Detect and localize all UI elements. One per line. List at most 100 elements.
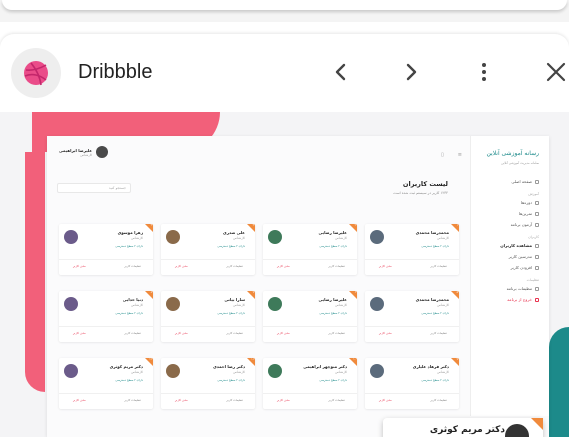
user-role: کارشناس xyxy=(131,370,143,374)
mock-brand-sub: سامانه مدیریت آموزشی آنلاین xyxy=(501,161,539,165)
sidebar-item: خروج از برنامه xyxy=(481,297,539,302)
edit-user-link: تنظیمات کاربر xyxy=(430,331,447,335)
user-role: کارشناس xyxy=(437,236,449,240)
avatar xyxy=(370,297,384,311)
user-card: ۷ سارا بیاتی کارشناس دارای ۲ سطح دسترسی تنظی… xyxy=(161,291,255,342)
user-role: کارشناس xyxy=(335,370,347,374)
delete-user-link: حذف کاربر xyxy=(73,264,86,268)
more-button[interactable] xyxy=(469,57,499,87)
user-role: کارشناس xyxy=(131,303,143,307)
edit-user-link: تنظیمات کاربر xyxy=(124,398,141,402)
user-role: کارشناس xyxy=(335,236,347,240)
card-divider xyxy=(263,326,357,327)
user-name: دکتر منوچهر ابراهیمی xyxy=(303,364,347,369)
avatar xyxy=(268,297,282,311)
back-button[interactable] xyxy=(326,57,356,87)
access-badge: دارای ۲ سطح دسترسی xyxy=(115,311,143,315)
access-badge: دارای ۲ سطح دسترسی xyxy=(115,244,143,248)
nav-icon xyxy=(535,179,539,184)
sidebar-item-label: آزمون برنامه xyxy=(510,222,532,227)
sidebar-item-label: صفحه اصلی xyxy=(511,179,532,184)
edit-user-link: تنظیمات کاربر xyxy=(124,331,141,335)
user-role: کارشناس xyxy=(233,370,245,374)
edit-user-link: تنظیمات کاربر xyxy=(430,398,447,402)
close-icon xyxy=(546,62,566,82)
mock-user: علیرضا ابراهیمی کارشناس xyxy=(59,146,109,158)
previous-card-edge xyxy=(2,0,567,10)
user-card: ۱۲ دکتر مریم کوثری کارشناس دارای ۲ سطح دستر… xyxy=(59,358,153,409)
card-number: ۱ xyxy=(456,224,458,227)
user-role: کارشناس xyxy=(233,303,245,307)
sidebar-item: صفحه اصلی xyxy=(481,179,539,184)
user-card: ۵ محمدرضا محمدی کارشناس دارای ۲ سطح دسترسی ت… xyxy=(365,291,459,342)
edit-user-link: تنظیمات کاربر xyxy=(124,264,141,268)
access-badge: دارای ۲ سطح دسترسی xyxy=(421,244,449,248)
avatar xyxy=(505,424,529,437)
sidebar-item-label: خروج از برنامه xyxy=(507,297,532,302)
card-divider xyxy=(59,259,153,260)
edit-user-link: تنظیمات کاربر xyxy=(328,398,345,402)
mock-user-name: علیرضا ابراهیمی xyxy=(59,147,93,153)
card-number: ۲ xyxy=(354,224,356,227)
avatar xyxy=(268,364,282,378)
sidebar-item-label: مدرسین کاربر xyxy=(508,254,532,259)
menu-icon: ≡ xyxy=(457,152,462,158)
mock-header-icons: ▯ ≡ xyxy=(441,152,462,158)
sidebar-item: مدرسین کاربر xyxy=(481,254,539,259)
user-card: ۲ علیرضا رضایی کارشناس دارای ۲ سطح دسترسی تن… xyxy=(263,224,357,275)
user-card-grid: ۱ محمدرضا محمدی کارشناس دارای ۲ سطح دسترسی ت… xyxy=(57,224,459,409)
card-divider xyxy=(161,326,255,327)
user-name: محمدرضا محمدی xyxy=(415,230,449,235)
sidebar-item: دوره‌ها xyxy=(481,200,539,205)
dashboard-mockup: رسانه آموزشی آنلاین سامانه مدیریت آموزشی… xyxy=(47,136,549,437)
card-divider xyxy=(365,326,459,327)
sidebar-item-label: مشاهده کاربران xyxy=(500,243,532,248)
user-card: ۱ محمدرضا محمدی کارشناس دارای ۲ سطح دسترسی ت… xyxy=(365,224,459,275)
card-number: ۱۱ xyxy=(251,358,254,361)
sidebar-item: افزودن کاربر xyxy=(481,265,539,270)
edit-user-link: تنظیمات کاربر xyxy=(226,398,243,402)
sidebar-item: تنظیمات برنامه xyxy=(481,286,539,291)
avatar xyxy=(166,230,180,244)
card-divider xyxy=(161,393,255,394)
edit-user-link: تنظیمات کاربر xyxy=(226,264,243,268)
user-name: علیرضا رضایی xyxy=(318,230,347,235)
decor-shape xyxy=(25,152,45,392)
back-icon xyxy=(335,63,346,81)
mock-search: جستجو کنید xyxy=(57,183,131,193)
user-card: ۱۱ دکتر رضا احمدی کارشناس دارای ۲ سطح دسترس… xyxy=(161,358,255,409)
more-vertical-icon xyxy=(482,63,486,81)
card-divider xyxy=(365,259,459,260)
card-divider xyxy=(263,259,357,260)
nav-icon xyxy=(535,254,539,259)
edit-user-link: تنظیمات کاربر xyxy=(328,264,345,268)
popup-card: دکتر مریم کوثری xyxy=(383,418,543,437)
nav-icon xyxy=(535,200,539,205)
edit-user-link: تنظیمات کاربر xyxy=(226,331,243,335)
user-name: محمدرضا محمدی xyxy=(415,297,449,302)
avatar xyxy=(64,364,78,378)
app-header: Dribbble xyxy=(0,34,569,112)
user-name: علیرضا رضایی xyxy=(318,297,347,302)
forward-button[interactable] xyxy=(396,57,426,87)
card-number: ۴ xyxy=(150,224,152,227)
mock-sidebar: رسانه آموزشی آنلاین سامانه مدیریت آموزشی… xyxy=(470,136,549,416)
avatar xyxy=(370,230,384,244)
nav-icon xyxy=(535,211,539,216)
shot-preview[interactable]: رسانه آموزشی آنلاین سامانه مدیریت آموزشی… xyxy=(0,112,569,437)
card-number: ۳ xyxy=(252,224,254,227)
user-name: سارا بیاتی xyxy=(224,297,245,302)
card-number: ۸ xyxy=(150,291,152,294)
delete-user-link: حذف کاربر xyxy=(175,398,188,402)
user-card: ۸ دنیا خدایی کارشناس دارای ۲ سطح دسترسی تنظی… xyxy=(59,291,153,342)
nav-icon xyxy=(535,222,539,227)
user-card: ۶ علیرضا رضایی کارشناس دارای ۲ سطح دسترسی تن… xyxy=(263,291,357,342)
user-card: ۹ دکتر فرهاد علیاری کارشناس دارای ۲ سطح دست… xyxy=(365,358,459,409)
user-card: ۳ علی صدری کارشناس دارای ۲ سطح دسترسی تنظیما… xyxy=(161,224,255,275)
card-number: ۶ xyxy=(354,291,356,294)
dribbble-icon[interactable] xyxy=(11,48,61,98)
close-button[interactable] xyxy=(541,57,569,87)
card-number: ۱۲ xyxy=(149,358,152,361)
user-name: علی صدری xyxy=(223,230,245,235)
card-corner-badge xyxy=(531,418,543,430)
